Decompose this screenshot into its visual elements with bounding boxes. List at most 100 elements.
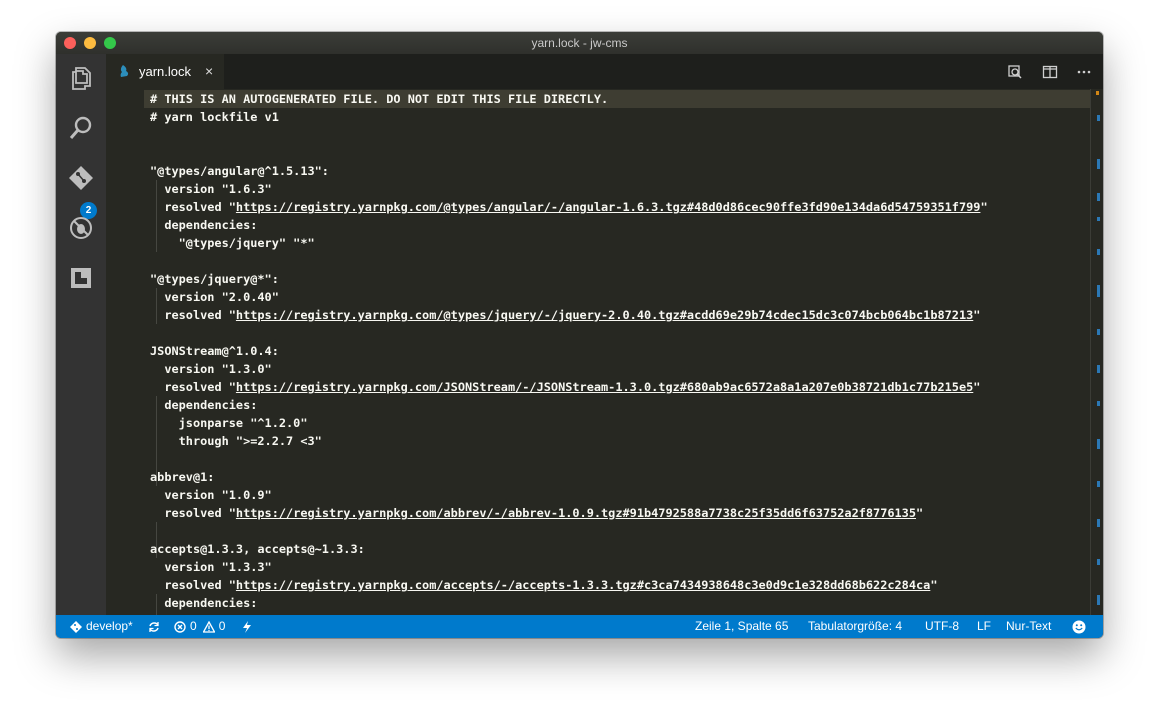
code-token: "1.0.9" <box>221 488 272 502</box>
code-link[interactable]: https://registry.yarnpkg.com/@types/angu… <box>236 200 981 214</box>
code-link[interactable]: https://registry.yarnpkg.com/abbrev/-/ab… <box>236 506 916 520</box>
code-line[interactable]: resolved "https://registry.yarnpkg.com/a… <box>150 576 988 594</box>
code-token: JSONStream@^1.0.4: <box>150 344 279 358</box>
branch-indicator[interactable]: develop* <box>70 615 133 638</box>
code-line[interactable]: dependencies: <box>150 594 988 612</box>
tab-close-icon[interactable]: × <box>205 54 213 89</box>
code-line[interactable]: version "1.0.9" <box>150 486 988 504</box>
sync-button[interactable] <box>148 615 160 638</box>
ruler-mark <box>1097 481 1100 487</box>
code-token: abbrev@1: <box>150 470 215 484</box>
code-line[interactable]: dependencies: <box>150 216 988 234</box>
minimize-window-button[interactable] <box>84 37 96 49</box>
code-token: "1.3.3" <box>221 560 272 574</box>
ruler-mark <box>1097 329 1100 335</box>
code-line[interactable]: # yarn lockfile v1 <box>150 108 988 126</box>
lightning-button[interactable] <box>242 615 252 638</box>
code-token: "1.6.3" <box>221 182 272 196</box>
code-line[interactable]: # THIS IS AN AUTOGENERATED FILE. DO NOT … <box>150 90 988 108</box>
code-line[interactable]: resolved "https://registry.yarnpkg.com/@… <box>150 198 988 216</box>
code-token: resolved " <box>164 578 236 592</box>
split-editor-icon[interactable] <box>1039 54 1061 89</box>
code-content[interactable]: # THIS IS AN AUTOGENERATED FILE. DO NOT … <box>150 90 988 615</box>
code-token: resolved " <box>164 308 236 322</box>
problems-indicator[interactable]: 0 0 <box>174 615 225 638</box>
indentation <box>150 218 164 232</box>
code-token: " <box>930 578 938 592</box>
indentation <box>150 380 164 394</box>
code-line[interactable] <box>150 522 988 540</box>
code-link[interactable]: https://registry.yarnpkg.com/JSONStream/… <box>236 380 973 394</box>
code-token: # yarn lockfile v1 <box>150 110 279 124</box>
code-line[interactable]: "@types/jquery@*": <box>150 270 988 288</box>
code-line[interactable]: "@types/angular@^1.5.13": <box>150 162 988 180</box>
eol-indicator[interactable]: LF <box>977 615 991 638</box>
code-line[interactable]: version "1.3.3" <box>150 558 988 576</box>
code-line[interactable]: resolved "https://registry.yarnpkg.com/@… <box>150 306 988 324</box>
code-line[interactable]: version "2.0.40" <box>150 288 988 306</box>
code-token: dependencies: <box>164 398 258 412</box>
code-token: # THIS IS AN AUTOGENERATED FILE. DO NOT … <box>150 92 609 106</box>
code-line[interactable]: JSONStream@^1.0.4: <box>150 342 988 360</box>
ruler-mark <box>1097 365 1100 373</box>
source-control-icon[interactable] <box>67 164 95 192</box>
code-token: "@types/jquery" "*" <box>178 236 315 250</box>
tab-size-indicator[interactable]: Tabulatorgröße: 4 <box>808 615 902 638</box>
git-branch-icon <box>70 620 82 633</box>
explorer-icon[interactable] <box>67 64 95 92</box>
code-token: " <box>973 308 981 322</box>
extensions-icon[interactable] <box>67 264 95 292</box>
code-token: jsonparse "^1.2.0" <box>178 416 308 430</box>
cursor-position[interactable]: Zeile 1, Spalte 65 <box>695 615 788 638</box>
code-link[interactable]: https://registry.yarnpkg.com/accepts/-/a… <box>236 578 930 592</box>
code-line[interactable]: resolved "https://registry.yarnpkg.com/J… <box>150 378 988 396</box>
code-line[interactable]: dependencies: <box>150 396 988 414</box>
code-line[interactable]: "@types/jquery" "*" <box>150 234 988 252</box>
indentation <box>150 236 179 250</box>
code-token: version <box>164 362 222 376</box>
branch-name: develop* <box>86 619 133 633</box>
code-line[interactable]: resolved "https://registry.yarnpkg.com/a… <box>150 504 988 522</box>
indentation <box>150 182 164 196</box>
code-line[interactable]: accepts@1.3.3, accepts@~1.3.3: <box>150 540 988 558</box>
code-line[interactable]: version "1.6.3" <box>150 180 988 198</box>
code-token: "2.0.40" <box>221 290 279 304</box>
indentation <box>150 596 164 610</box>
code-line[interactable] <box>150 324 988 342</box>
code-link[interactable]: https://registry.yarnpkg.com/@types/jque… <box>236 308 973 322</box>
search-icon[interactable] <box>67 114 95 142</box>
indentation <box>150 560 164 574</box>
feedback-button[interactable] <box>1072 615 1086 638</box>
warning-icon <box>202 620 215 633</box>
code-token: " <box>973 380 981 394</box>
language-mode[interactable]: Nur-Text <box>1006 615 1051 638</box>
encoding-indicator[interactable]: UTF-8 <box>925 615 959 638</box>
code-line[interactable] <box>150 450 988 468</box>
code-token: " <box>980 200 988 214</box>
error-count: 0 <box>190 619 197 633</box>
more-actions-icon[interactable] <box>1073 54 1095 89</box>
code-token: " <box>916 506 924 520</box>
close-window-button[interactable] <box>64 37 76 49</box>
ruler-mark <box>1097 159 1100 169</box>
open-changes-icon[interactable] <box>1004 54 1026 89</box>
maximize-window-button[interactable] <box>104 37 116 49</box>
code-line[interactable] <box>150 144 988 162</box>
code-line[interactable]: abbrev@1: <box>150 468 988 486</box>
activity-bar: 2 <box>56 54 106 615</box>
ruler-mark <box>1097 249 1100 255</box>
code-token: dependencies: <box>164 596 258 610</box>
code-line[interactable]: version "1.3.0" <box>150 360 988 378</box>
tab-yarn-lock[interactable]: yarn.lock × <box>106 54 224 89</box>
code-line[interactable]: jsonparse "^1.2.0" <box>150 414 988 432</box>
code-line[interactable] <box>150 126 988 144</box>
debug-icon[interactable] <box>67 214 95 242</box>
editor-area[interactable]: # THIS IS AN AUTOGENERATED FILE. DO NOT … <box>106 89 1103 615</box>
code-token: version <box>164 560 222 574</box>
code-line[interactable] <box>150 252 988 270</box>
overview-ruler[interactable] <box>1091 89 1103 615</box>
sync-icon <box>149 621 159 632</box>
indentation <box>150 290 164 304</box>
indentation <box>150 506 164 520</box>
code-line[interactable]: through ">=2.2.7 <3" <box>150 432 988 450</box>
